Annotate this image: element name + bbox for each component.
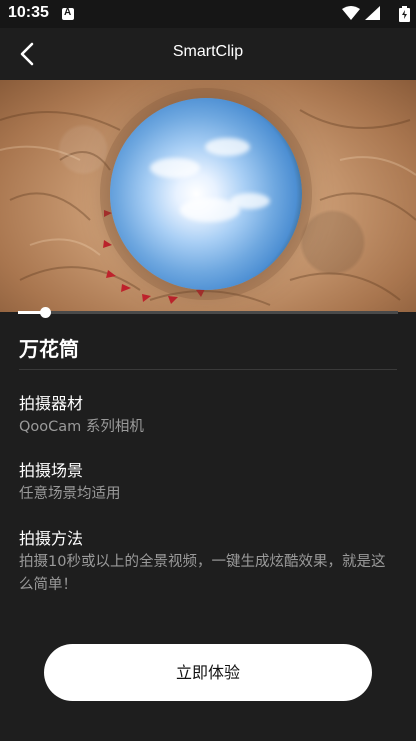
status-time: 10:35 xyxy=(8,4,49,21)
status-bar: 10:35 xyxy=(0,0,416,28)
section-scene: 拍摄场景 任意场景均适用 xyxy=(19,460,397,506)
wifi-icon xyxy=(342,6,360,20)
playback-progress-bar[interactable] xyxy=(18,307,398,318)
section-title: 拍摄器材 xyxy=(19,394,84,413)
section-equipment: 拍摄器材 QooCam 系列相机 xyxy=(19,393,397,439)
header-bar: SmartClip xyxy=(0,28,416,80)
section-title: 拍摄方法 xyxy=(19,529,84,548)
tiny-planet-sphere xyxy=(110,98,302,290)
section-text: QooCam 系列相机 xyxy=(19,419,144,435)
battery-icon xyxy=(399,6,410,22)
section-text: 拍摄10秒或以上的全景视频，一键生成炫酷效果，就是这么简单！ xyxy=(19,554,386,593)
try-now-button[interactable]: 立即体验 xyxy=(44,644,372,701)
app-notification-icon xyxy=(62,7,74,20)
section-title: 拍摄场景 xyxy=(19,461,84,480)
progress-thumb[interactable] xyxy=(39,307,51,318)
signal-icon xyxy=(365,6,380,20)
page-title: SmartClip xyxy=(172,43,244,60)
divider xyxy=(19,369,397,370)
effect-name: 万花筒 xyxy=(19,337,79,361)
section-text: 任意场景均适用 xyxy=(19,486,121,502)
section-method: 拍摄方法 拍摄10秒或以上的全景视频，一键生成炫酷效果，就是这么简单！ xyxy=(19,528,397,597)
effect-preview-image[interactable] xyxy=(0,80,416,312)
